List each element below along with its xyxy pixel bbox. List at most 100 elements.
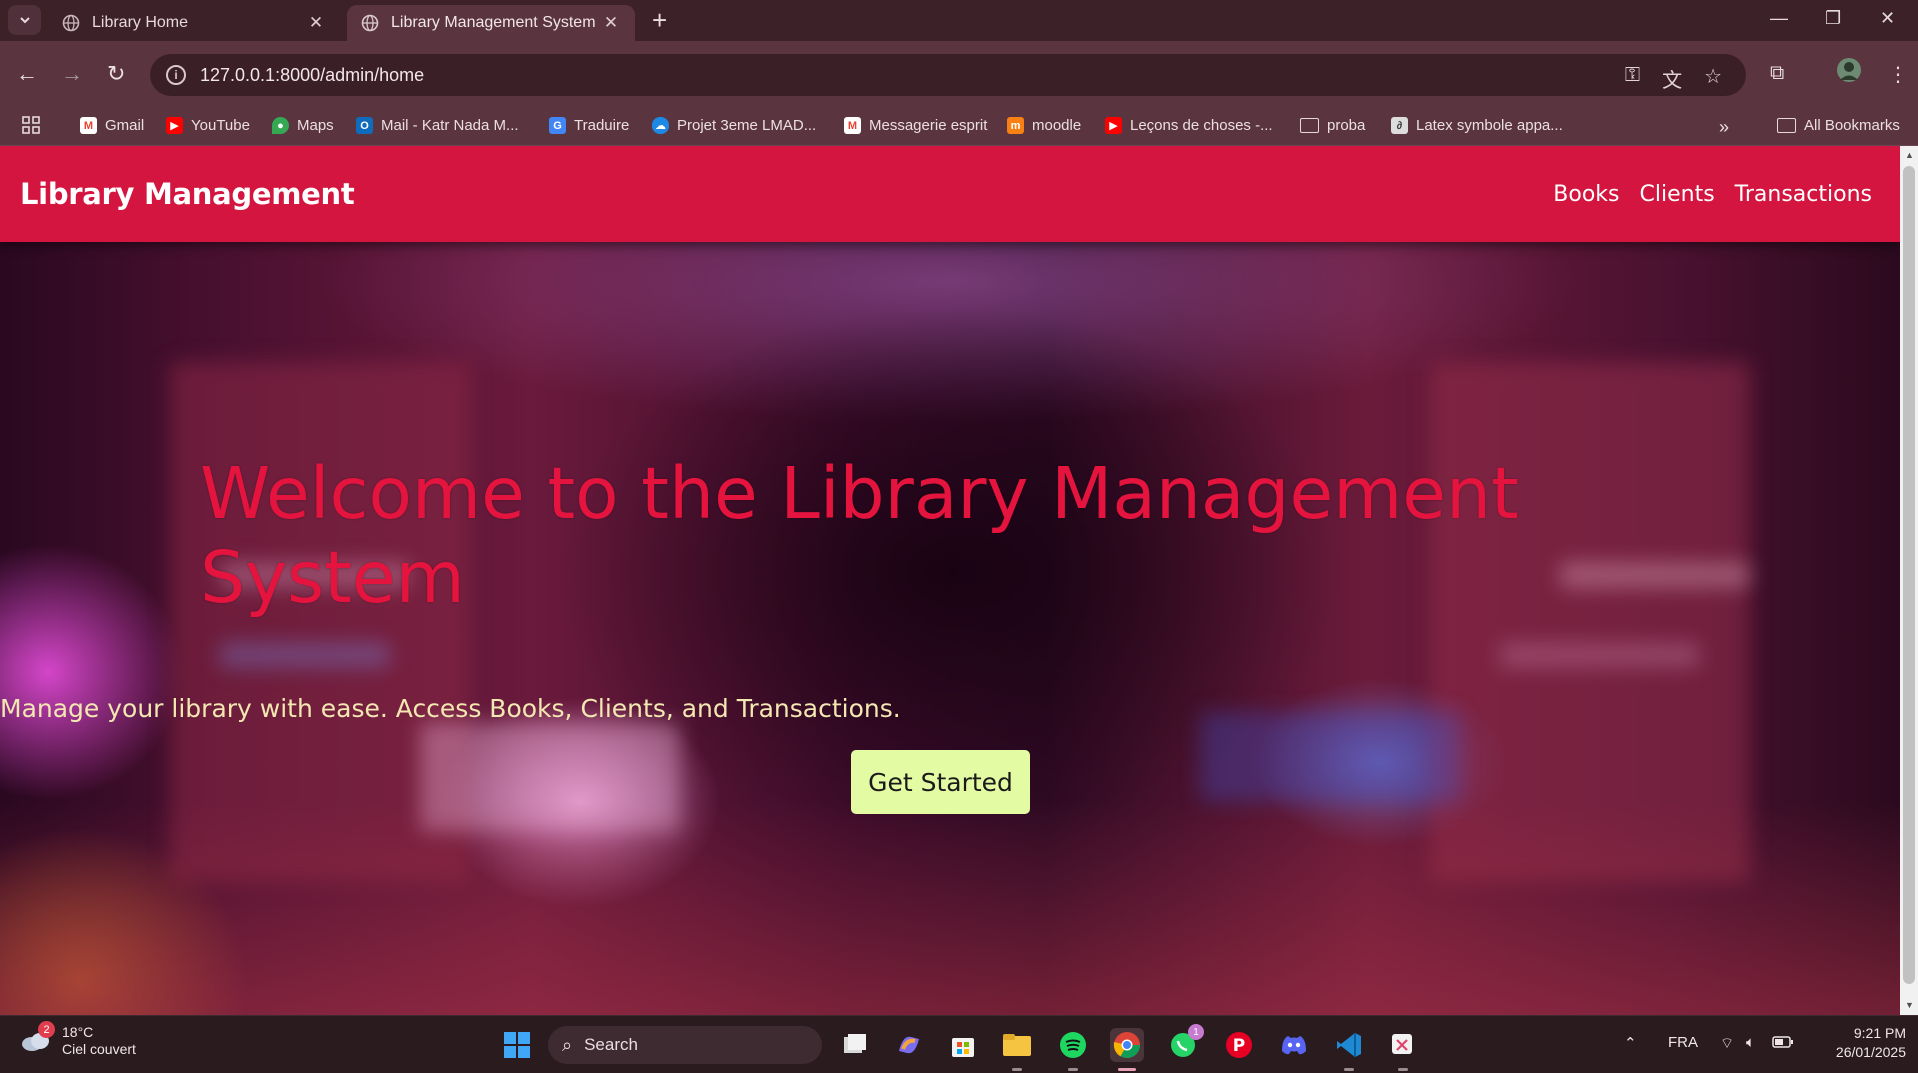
globe-icon [361, 14, 379, 32]
windows-start-icon[interactable] [500, 1028, 534, 1062]
tab-title: Library Management System [391, 14, 596, 31]
file-explorer-icon[interactable] [1000, 1028, 1034, 1062]
scroll-down-icon[interactable]: ▼ [1905, 1000, 1914, 1010]
page-viewport: Library Management Books Clients Transac… [0, 146, 1900, 1015]
bookmarks-bar: M Gmail ▶ YouTube ● Maps O Mail - Katr Nada … [0, 108, 1918, 146]
weather-description: Ciel couvert [62, 1041, 136, 1057]
bookmark-gmail[interactable]: M Gmail [80, 117, 144, 134]
tab-library-home[interactable]: Library Home ✕ [48, 5, 340, 41]
youtube-icon: ▶ [1105, 117, 1122, 134]
svg-text:P: P [1233, 1036, 1245, 1056]
gmail-icon: M [80, 117, 97, 134]
all-bookmarks[interactable]: All Bookmarks [1777, 117, 1900, 134]
nav-link-transactions[interactable]: Transactions [1735, 182, 1872, 207]
bookmark-messagerie[interactable]: M Messagerie esprit [844, 117, 987, 134]
task-view-icon[interactable] [838, 1028, 872, 1062]
new-tab-button[interactable]: + [652, 7, 667, 33]
snipping-tool-icon[interactable] [1386, 1028, 1420, 1062]
get-started-button[interactable]: Get Started [851, 750, 1030, 814]
folder-icon [1777, 118, 1796, 133]
hero-subtitle: Manage your library with ease. Access Bo… [0, 694, 901, 723]
address-bar[interactable]: i 127.0.0.1:8000/admin/home ⚿ 文 ☆ [150, 54, 1746, 96]
pinterest-icon[interactable]: P [1222, 1028, 1256, 1062]
whatsapp-icon[interactable]: 1 [1166, 1024, 1204, 1062]
maps-icon: ● [272, 117, 289, 134]
restore-icon[interactable]: ❐ [1825, 8, 1841, 29]
hero-section: Welcome to the Library Management System… [0, 242, 1900, 1015]
site-navbar: Library Management Books Clients Transac… [0, 146, 1900, 242]
bookmark-star-icon[interactable]: ☆ [1704, 64, 1722, 93]
bookmark-maps[interactable]: ● Maps [272, 117, 334, 134]
scrollbar-thumb[interactable] [1903, 166, 1915, 984]
password-key-icon[interactable]: ⚿ [1625, 64, 1640, 93]
cloud-icon: 2 [20, 1021, 55, 1053]
nav-link-clients[interactable]: Clients [1640, 182, 1715, 207]
extensions-icon[interactable]: ⧉ [1770, 62, 1784, 85]
wifi-icon[interactable]: ⌔ [1720, 1034, 1734, 1053]
bookmark-moodle[interactable]: m moodle [1007, 117, 1081, 134]
search-icon: ⌕ [562, 1034, 573, 1055]
gmail-icon: M [844, 117, 861, 134]
browser-toolbar: ← → ↻ i 127.0.0.1:8000/admin/home ⚿ 文 ☆ … [0, 41, 1918, 108]
minimize-icon[interactable]: — [1770, 8, 1788, 29]
close-icon[interactable]: ✕ [601, 13, 621, 33]
url-text[interactable]: 127.0.0.1:8000/admin/home [200, 65, 424, 86]
outlook-icon: O [356, 117, 373, 134]
back-arrow-icon[interactable]: ← [16, 62, 38, 86]
system-clock[interactable]: 9:21 PM 26/01/2025 [1806, 1024, 1906, 1062]
tab-search-button[interactable] [8, 5, 41, 35]
site-brand[interactable]: Library Management [20, 177, 355, 211]
apps-grid-icon[interactable] [22, 116, 40, 134]
latex-icon: ∂ [1391, 117, 1408, 134]
bookmark-lecons[interactable]: ▶ Leçons de choses -... [1105, 117, 1273, 134]
clock-date: 26/01/2025 [1835, 1044, 1906, 1060]
clock-time: 9:21 PM [1853, 1025, 1906, 1041]
bookmark-mail[interactable]: O Mail - Katr Nada M... [356, 117, 519, 134]
copilot-icon[interactable] [892, 1028, 926, 1062]
avatar[interactable] [1836, 57, 1862, 89]
bookmark-proba[interactable]: proba [1300, 117, 1365, 134]
spotify-icon[interactable] [1056, 1028, 1090, 1062]
taskbar-search-placeholder: Search [584, 1035, 638, 1054]
hero-title: Welcome to the Library Management System [200, 452, 1519, 619]
more-bookmarks-icon[interactable]: » [1719, 117, 1729, 138]
weather-widget[interactable]: 2 18°C Ciel couvert [20, 1021, 136, 1058]
bookmark-youtube[interactable]: ▶ YouTube [166, 117, 250, 134]
tab-library-management[interactable]: Library Management System ✕ [347, 5, 635, 41]
chrome-icon[interactable] [1110, 1028, 1144, 1062]
taskbar-search[interactable]: ⌕ Search [548, 1026, 822, 1064]
reload-icon[interactable]: ↻ [107, 62, 125, 86]
scroll-up-icon[interactable]: ▲ [1905, 150, 1914, 160]
chevron-down-icon [19, 17, 30, 24]
forward-arrow-icon[interactable]: → [61, 62, 83, 86]
windows-taskbar: 2 18°C Ciel couvert ⌕ Search 1 P ⌃ FRA ⌔… [0, 1015, 1918, 1073]
youtube-icon: ▶ [166, 117, 183, 134]
battery-icon[interactable] [1772, 1035, 1794, 1052]
folder-icon [1300, 118, 1319, 133]
volume-icon[interactable]: 🔈︎ [1746, 1034, 1755, 1051]
translate-icon[interactable]: 文 [1662, 64, 1682, 93]
onedrive-icon: ☁ [652, 117, 669, 134]
language-indicator[interactable]: FRA [1668, 1034, 1698, 1051]
globe-icon [62, 14, 80, 32]
vscode-icon[interactable] [1332, 1028, 1366, 1062]
tab-title: Library Home [92, 14, 189, 31]
translate-icon: G [549, 117, 566, 134]
bookmark-traduire[interactable]: G Traduire [549, 117, 629, 134]
whatsapp-badge: 1 [1188, 1024, 1204, 1040]
close-icon[interactable]: ✕ [306, 13, 326, 33]
microsoft-store-icon[interactable] [946, 1028, 980, 1062]
window-close-icon[interactable]: ✕ [1880, 8, 1895, 29]
nav-link-books[interactable]: Books [1553, 182, 1619, 207]
discord-icon[interactable] [1277, 1028, 1311, 1062]
weather-temp: 18°C [62, 1024, 94, 1040]
tray-overflow-icon[interactable]: ⌃ [1624, 1034, 1637, 1052]
bookmark-projet[interactable]: ☁ Projet 3eme LMAD... [652, 117, 816, 134]
tab-strip: Library Home ✕ Library Management System… [0, 0, 1918, 41]
moodle-icon: m [1007, 117, 1024, 134]
more-menu-icon[interactable]: ⋮ [1888, 62, 1908, 87]
bookmark-latex[interactable]: ∂ Latex symbole appa... [1391, 117, 1563, 134]
weather-badge: 2 [38, 1021, 55, 1038]
page-scrollbar[interactable]: ▲ ▼ [1900, 146, 1918, 1015]
site-info-icon[interactable]: i [166, 65, 186, 85]
